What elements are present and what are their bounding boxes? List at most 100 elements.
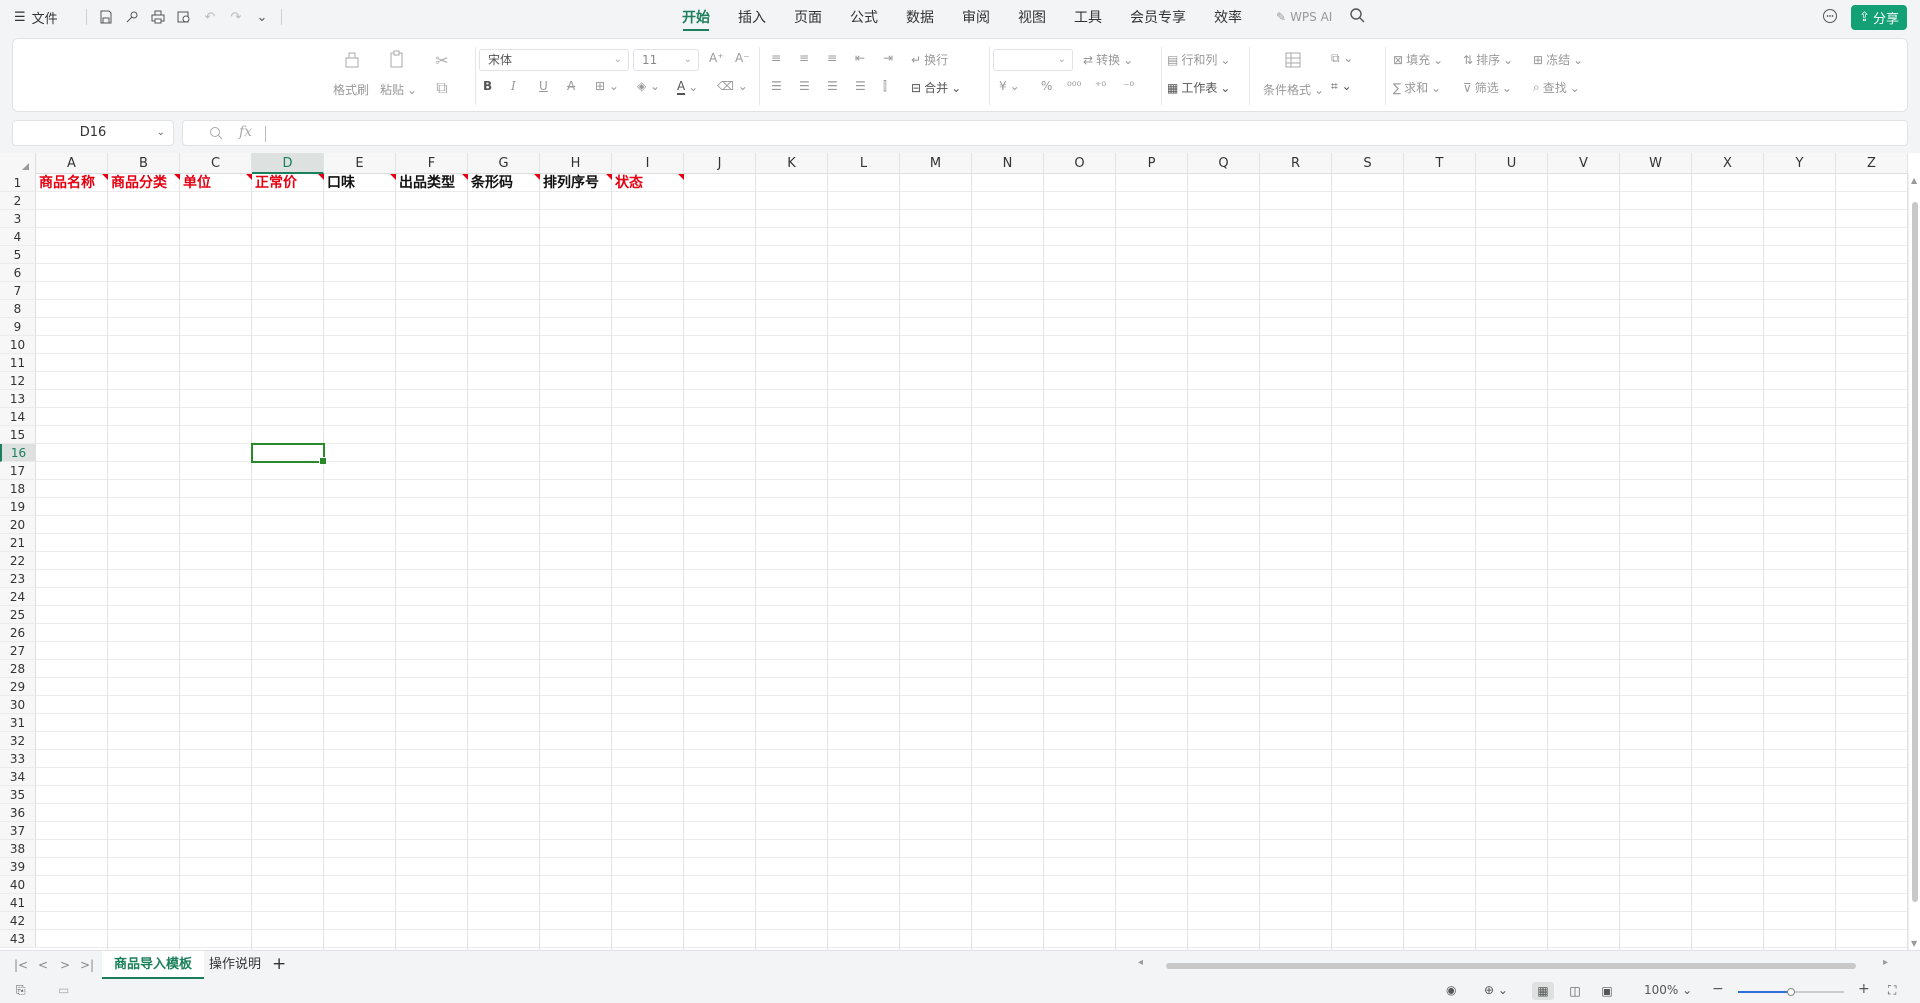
paste-button[interactable]: 粘贴 ⌄	[380, 81, 417, 98]
header-cell[interactable]: 单位	[180, 174, 252, 192]
fx-icon[interactable]: fx	[239, 124, 252, 140]
row-header[interactable]: 20	[0, 516, 36, 534]
increase-font-icon[interactable]: A⁺	[709, 51, 724, 65]
header-cell[interactable]: 商品分类	[108, 174, 180, 192]
format-painter-button[interactable]: 格式刷	[333, 81, 369, 98]
column-header[interactable]: I	[612, 153, 684, 174]
redo-icon[interactable]: ↷	[225, 6, 247, 28]
vertical-scrollbar[interactable]: ▲ ▼	[1908, 174, 1920, 950]
macro-icon[interactable]: ⎘	[16, 983, 26, 998]
zoom-slider[interactable]	[1738, 988, 1844, 996]
row-header[interactable]: 4	[0, 228, 36, 246]
row-header[interactable]: 28	[0, 660, 36, 678]
fullscreen-icon[interactable]: ⛶	[1888, 983, 1896, 998]
row-header[interactable]: 21	[0, 534, 36, 552]
print-icon[interactable]	[147, 6, 169, 28]
scroll-left-icon[interactable]: ◂	[1138, 957, 1143, 968]
menu-tab[interactable]: 开始	[668, 0, 724, 36]
format-painter-quick-icon[interactable]	[121, 6, 143, 28]
column-header[interactable]: F	[396, 153, 468, 174]
fill-button[interactable]: ⊠ 填充 ⌄	[1393, 51, 1443, 68]
row-header[interactable]: 36	[0, 804, 36, 822]
row-header[interactable]: 31	[0, 714, 36, 732]
row-header[interactable]: 19	[0, 498, 36, 516]
table-style-icon[interactable]: ⌗ ⌄	[1331, 79, 1352, 94]
share-button[interactable]: ⇪ 分享	[1851, 5, 1907, 30]
column-header[interactable]: H	[540, 153, 612, 174]
row-header[interactable]: 17	[0, 462, 36, 480]
fill-color-icon[interactable]: ◈ ⌄	[637, 79, 660, 93]
prev-sheet-icon[interactable]: <	[38, 958, 48, 972]
zoom-in-icon[interactable]: +	[1858, 981, 1870, 997]
percent-button[interactable]: %	[1041, 79, 1052, 93]
formula-input[interactable]: fx	[182, 120, 1908, 146]
header-cell[interactable]: 出品类型	[396, 174, 468, 192]
conditional-format-button[interactable]: 条件格式 ⌄	[1263, 81, 1324, 98]
column-header[interactable]: E	[324, 153, 396, 174]
last-sheet-icon[interactable]: >|	[80, 958, 94, 972]
add-sheet-icon[interactable]: +	[272, 954, 286, 974]
underline-button[interactable]: U	[539, 79, 548, 93]
column-header[interactable]: T	[1404, 153, 1476, 174]
header-cell[interactable]: 排列序号	[540, 174, 612, 192]
row-header[interactable]: 6	[0, 264, 36, 282]
sheet-tab-instructions[interactable]: 操作说明	[197, 951, 273, 979]
menu-tab[interactable]: 数据	[892, 0, 948, 36]
font-size-select[interactable]: 11 ⌄	[633, 49, 699, 71]
header-cell[interactable]: 口味	[324, 174, 396, 192]
vertical-scroll-thumb[interactable]	[1912, 202, 1918, 902]
wrap-text-button[interactable]: ↵ 换行	[911, 51, 948, 68]
column-header[interactable]: D	[252, 153, 324, 174]
align-top-icon[interactable]: ≡	[771, 51, 781, 65]
horizontal-scrollbar[interactable]: ◂ ▸	[1138, 957, 1888, 971]
row-header[interactable]: 15	[0, 426, 36, 444]
undo-icon[interactable]: ↶	[199, 6, 221, 28]
sheet-tab-template[interactable]: 商品导入模板	[102, 951, 205, 979]
row-header[interactable]: 23	[0, 570, 36, 588]
chevron-down-icon[interactable]: ⌄	[251, 6, 273, 28]
select-all-corner[interactable]	[0, 153, 36, 174]
row-header[interactable]: 11	[0, 354, 36, 372]
zoom-formula-icon[interactable]	[209, 125, 223, 144]
page-icon[interactable]: ▭	[58, 983, 69, 997]
menu-tab[interactable]: 插入	[724, 0, 780, 36]
row-header[interactable]: 24	[0, 588, 36, 606]
name-box[interactable]: D16 ⌄	[12, 120, 174, 146]
menu-tab[interactable]: 公式	[836, 0, 892, 36]
search-icon[interactable]	[1350, 8, 1365, 27]
column-header[interactable]: J	[684, 153, 756, 174]
font-color-icon[interactable]: A ⌄	[677, 79, 698, 95]
row-header[interactable]: 8	[0, 300, 36, 318]
column-header[interactable]: P	[1116, 153, 1188, 174]
row-header[interactable]: 41	[0, 894, 36, 912]
active-cell-d16[interactable]	[251, 443, 327, 465]
normal-view-icon[interactable]: ▦	[1532, 982, 1554, 1000]
cell-focus-icon[interactable]: ⊕ ⌄	[1484, 983, 1508, 997]
column-header[interactable]: S	[1332, 153, 1404, 174]
decrease-indent-icon[interactable]: ⇤	[855, 51, 865, 65]
column-header[interactable]: A	[36, 153, 108, 174]
row-header[interactable]: 35	[0, 786, 36, 804]
first-sheet-icon[interactable]: |<	[14, 958, 28, 972]
row-header[interactable]: 14	[0, 408, 36, 426]
row-header[interactable]: 40	[0, 876, 36, 894]
column-header[interactable]: U	[1476, 153, 1548, 174]
row-header[interactable]: 10	[0, 336, 36, 354]
row-header[interactable]: 26	[0, 624, 36, 642]
scroll-up-icon[interactable]: ▲	[1911, 176, 1917, 185]
column-header[interactable]: N	[972, 153, 1044, 174]
print-preview-icon[interactable]	[173, 6, 195, 28]
next-sheet-icon[interactable]: >	[60, 958, 70, 972]
filter-button[interactable]: ⊽ 筛选 ⌄	[1463, 79, 1512, 96]
header-cell[interactable]: 正常价	[252, 174, 324, 192]
column-header[interactable]: G	[468, 153, 540, 174]
row-header[interactable]: 13	[0, 390, 36, 408]
worksheet-button[interactable]: ▦ 工作表 ⌄	[1167, 79, 1230, 96]
align-middle-icon[interactable]: ≡	[799, 51, 809, 65]
wps-ai-button[interactable]: ✎ WPS AI	[1276, 10, 1332, 24]
row-header[interactable]: 3	[0, 210, 36, 228]
cell-area[interactable]	[36, 174, 1908, 950]
row-header[interactable]: 38	[0, 840, 36, 858]
sum-button[interactable]: ∑ 求和 ⌄	[1393, 79, 1441, 96]
menu-tab[interactable]: 页面	[780, 0, 836, 36]
